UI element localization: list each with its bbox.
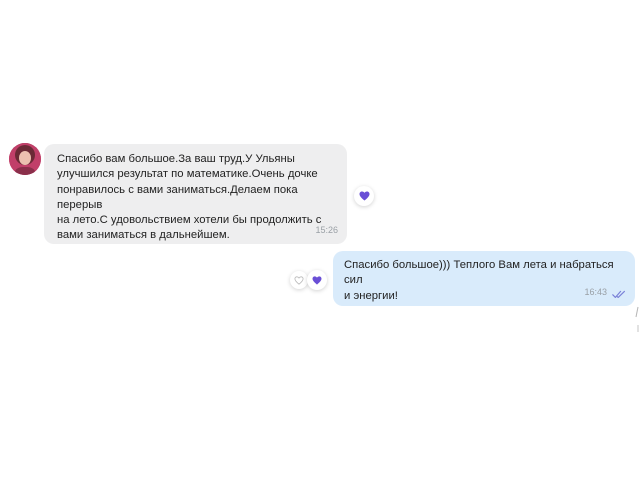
incoming-reaction-heart[interactable] [354, 186, 374, 206]
incoming-message-time: 15:26 [315, 224, 338, 235]
incoming-message-bubble[interactable]: Спасибо вам большое.За ваш труд.У Ульяны… [44, 144, 347, 244]
outgoing-message-bubble[interactable]: Спасибо большое))) Теплого Вам лета и на… [333, 251, 635, 306]
avatar-photo-icon [9, 143, 41, 175]
edge-scroll-hint-icon [629, 305, 640, 335]
outgoing-message-text: Спасибо большое))) Теплого Вам лета и на… [344, 259, 614, 302]
purple-heart-icon [359, 191, 369, 201]
outline-heart-icon [294, 275, 304, 285]
chat-area: Спасибо вам большое.За ваш труд.У Ульяны… [0, 0, 640, 480]
read-double-check-icon [612, 290, 625, 298]
avatar[interactable] [9, 143, 41, 175]
purple-heart-icon [312, 275, 322, 285]
add-reaction-button[interactable] [290, 271, 308, 289]
outgoing-reaction-heart[interactable] [307, 270, 327, 290]
incoming-message-text: Спасибо вам большое.За ваш труд.У Ульяны… [57, 153, 322, 242]
outgoing-message-time: 16:43 [584, 286, 607, 297]
